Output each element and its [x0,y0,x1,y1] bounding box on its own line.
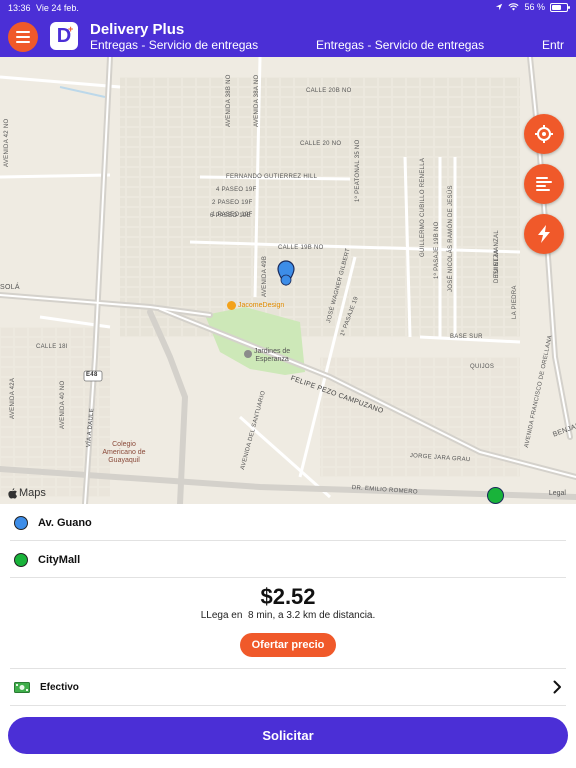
map-label: AVENIDA 42A [10,377,16,419]
poi-label: Jardines de [254,348,291,355]
map-label: 1º PASAJE 19B NO [434,221,440,279]
park-icon [244,350,252,358]
payment-method-row[interactable]: Efectivo [10,668,566,706]
map-label: AVENIDA 38B NO [226,74,232,127]
origin-row[interactable]: Av. Guano [10,505,566,541]
map-label: 1º PEATONAL 35 NO [355,139,361,202]
offer-price-button[interactable]: Ofertar precio [240,633,336,657]
maps-logo-text: Maps [19,487,46,499]
payment-method-label: Efectivo [40,681,79,693]
location-arrow-icon [496,3,503,11]
status-right: 56 % [495,2,570,12]
battery-icon [550,2,570,12]
map-label: CALLE 19B NO [278,245,324,251]
submit-request-button[interactable]: Solicitar [8,717,568,754]
poi-label: Esperanza [255,356,289,363]
destination-pin[interactable] [487,487,504,504]
map-label: AVENIDA 42 NO [4,118,10,167]
recenter-button[interactable] [524,114,564,154]
poi-label: Americano de [102,449,146,456]
destination-label: CityMall [38,553,81,566]
menu-button[interactable] [8,22,38,52]
status-date: Vie 24 feb. [36,3,79,13]
map-pin-icon [277,260,295,286]
map-label: LA PIEDRA [512,285,518,319]
map-label: AVENIDA 40 NO [60,380,66,429]
poi-label: Guayaquil [108,457,140,464]
map-label: CALLE 20 NO [300,141,342,147]
map-label: CALLE 20B NO [306,88,352,94]
app-header: 13:36 Vie 24 feb. 56 % D + Delivery Plus… [0,0,576,57]
subtitle-ticker-1: Entregas - Servicio de entregas [90,38,259,52]
map-label: GUILLERMO CUBILLO RENELLA [420,157,426,257]
poi-jacome[interactable]: JacomeDesign [227,301,284,310]
poi-colegio[interactable]: Colegio Americano de Guayaquil [96,441,152,465]
battery-percent: 56 % [524,2,545,12]
poi-jardines[interactable]: Jardines de Esperanza [244,348,290,364]
plus-icon: + [68,24,74,34]
map-label: 6 PASEO 19E [210,213,251,219]
list-button[interactable] [524,164,564,204]
map-view[interactable]: CALLE 20B NO CALLE 20 NO AVENIDA 38A NO … [0,57,576,504]
map-label: AVENIDA 38A NO [254,74,260,127]
map-shield-label: E48 [86,372,98,378]
crosshair-icon [535,125,553,143]
eta-text: LLega en 8 min, a 3.2 km de distancia. [200,610,376,621]
destination-dot-icon [14,552,28,567]
map-label: 4 PASEO 19F [216,187,257,193]
legal-link[interactable]: Legal [549,490,566,497]
lightning-icon [538,225,550,243]
price-value: $2.52 [260,584,316,609]
app-logo: D + [50,22,78,50]
poi-label: Colegio [112,441,136,448]
quick-action-button[interactable] [524,214,564,254]
chevron-right-icon [553,680,561,694]
apple-maps-logo: Maps [8,487,46,499]
hamburger-icon [16,31,30,43]
wifi-icon [508,3,520,11]
map-label: BASE SUR [450,334,483,340]
poi-label: JacomeDesign [238,302,285,309]
shop-icon [227,301,236,310]
list-icon [536,177,552,191]
cash-icon [14,681,30,693]
map-label: CALLE 18I [36,344,68,350]
apple-icon [8,487,17,499]
map-label: AVENIDA 49B [262,255,268,297]
status-bar: 13:36 Vie 24 feb. 56 % [0,0,576,16]
origin-pin[interactable] [276,260,296,291]
app-title: Delivery Plus [90,21,185,38]
origin-dot-icon [14,515,28,530]
map-label: SOLÁ [0,284,20,291]
map-label: JOSÉ NICOLÁS RAMÓN DE JESÚS [448,185,454,292]
destination-row[interactable]: CityMall [10,542,566,578]
subtitle-ticker-3: Entr [542,38,565,52]
subtitle-ticker-2: Entregas - Servicio de entregas [316,38,485,52]
map-label: 2 PASEO 19F [212,200,253,206]
origin-label: Av. Guano [38,516,92,529]
map-label: FERNANDO GUTIERREZ HILL [226,174,318,180]
status-time: 13:36 [8,3,31,13]
map-label: DESI EL MANZAL [494,230,500,283]
map-label: QUIJOS [470,364,495,370]
